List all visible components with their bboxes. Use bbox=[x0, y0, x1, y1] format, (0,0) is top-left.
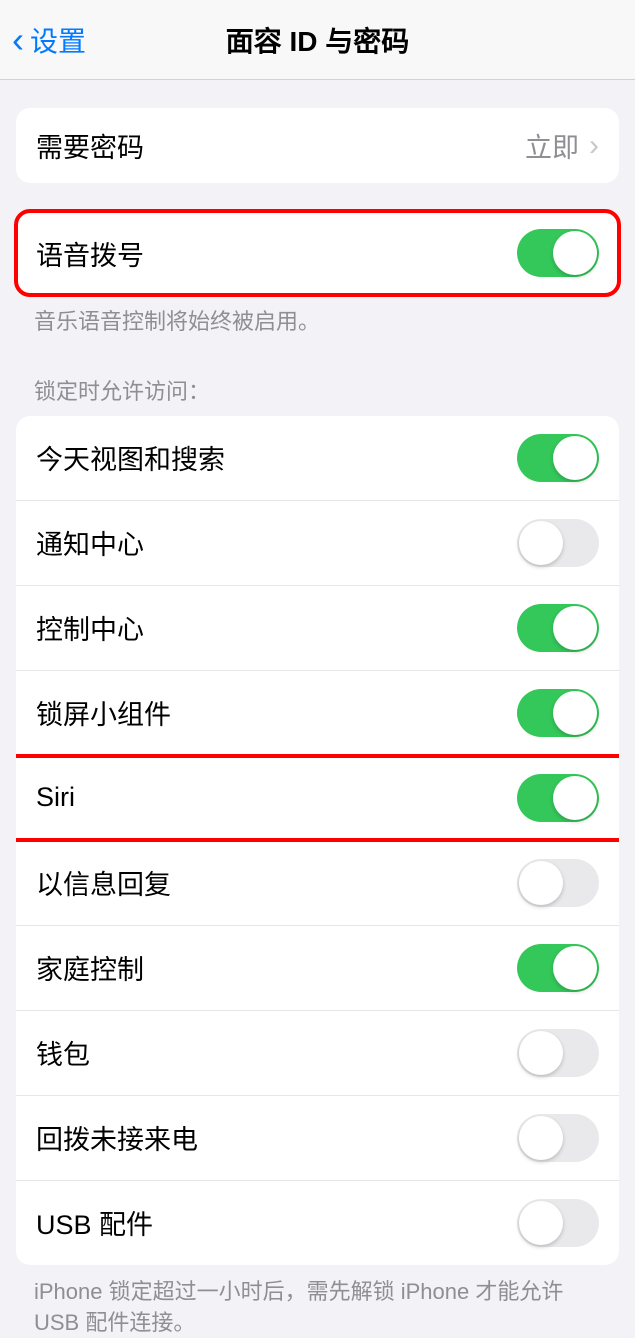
chevron-left-icon: ‹ bbox=[12, 22, 24, 58]
lock-item-toggle[interactable] bbox=[517, 604, 599, 652]
lock-item-toggle[interactable] bbox=[517, 689, 599, 737]
toggle-knob bbox=[553, 776, 597, 820]
nav-header: ‹ 设置 面容 ID 与密码 bbox=[0, 0, 635, 80]
voice-dial-label: 语音拨号 bbox=[36, 234, 144, 273]
toggle-knob bbox=[553, 231, 597, 275]
toggle-knob bbox=[519, 521, 563, 565]
toggle-knob bbox=[519, 1116, 563, 1160]
voice-dial-group: 语音拨号 bbox=[16, 211, 619, 295]
lock-item-row: 家庭控制 bbox=[16, 926, 619, 1011]
lock-item-toggle[interactable] bbox=[517, 519, 599, 567]
require-passcode-row[interactable]: 需要密码 立即 › bbox=[16, 108, 619, 183]
require-passcode-value: 立即 › bbox=[525, 126, 599, 165]
lock-item-toggle[interactable] bbox=[517, 1199, 599, 1247]
lock-item-label: 锁屏小组件 bbox=[36, 693, 171, 732]
passcode-group: 需要密码 立即 › bbox=[16, 108, 619, 183]
lock-item-toggle[interactable] bbox=[517, 1114, 599, 1162]
lock-item-row: USB 配件 bbox=[16, 1181, 619, 1265]
lock-item-label: 以信息回复 bbox=[36, 863, 171, 902]
toggle-knob bbox=[553, 946, 597, 990]
toggle-knob bbox=[553, 691, 597, 735]
toggle-knob bbox=[519, 1201, 563, 1245]
lock-access-list: 今天视图和搜索通知中心控制中心锁屏小组件 Siri 以信息回复家庭控制钱包回拨未接来… bbox=[16, 416, 619, 1265]
back-label: 设置 bbox=[30, 20, 86, 60]
lock-section-header: 锁定时允许访问： bbox=[34, 374, 601, 406]
lock-item-label: 通知中心 bbox=[36, 523, 144, 562]
lock-section-footer: iPhone 锁定超过一小时后，需先解锁 iPhone 才能允许 USB 配件连… bbox=[34, 1277, 601, 1338]
toggle-knob bbox=[519, 861, 563, 905]
lock-item-label: 钱包 bbox=[36, 1033, 90, 1072]
lock-item-row: 通知中心 bbox=[16, 501, 619, 586]
lock-item-toggle[interactable] bbox=[517, 774, 599, 822]
toggle-knob bbox=[553, 606, 597, 650]
lock-item-label: USB 配件 bbox=[36, 1203, 153, 1242]
lock-item-row: 回拨未接来电 bbox=[16, 1096, 619, 1181]
toggle-knob bbox=[519, 1031, 563, 1075]
lock-item-toggle[interactable] bbox=[517, 1029, 599, 1077]
voice-dial-footer: 音乐语音控制将始终被启用。 bbox=[34, 307, 601, 338]
lock-item-label: Siri bbox=[36, 782, 75, 813]
back-button[interactable]: ‹ 设置 bbox=[12, 20, 86, 60]
voice-dial-toggle[interactable] bbox=[517, 229, 599, 277]
lock-item-toggle[interactable] bbox=[517, 859, 599, 907]
toggle-knob bbox=[553, 436, 597, 480]
chevron-right-icon: › bbox=[589, 129, 599, 163]
lock-item-row: 控制中心 bbox=[16, 586, 619, 671]
lock-item-row: 锁屏小组件 bbox=[16, 671, 619, 756]
voice-dial-row: 语音拨号 bbox=[16, 211, 619, 295]
require-passcode-label: 需要密码 bbox=[36, 126, 144, 165]
lock-item-label: 家庭控制 bbox=[36, 948, 144, 987]
lock-item-row: Siri bbox=[16, 756, 619, 841]
lock-item-label: 回拨未接来电 bbox=[36, 1118, 198, 1157]
lock-item-label: 控制中心 bbox=[36, 608, 144, 647]
lock-item-row: 今天视图和搜索 bbox=[16, 416, 619, 501]
lock-item-label: 今天视图和搜索 bbox=[36, 438, 225, 477]
lock-item-toggle[interactable] bbox=[517, 434, 599, 482]
lock-item-toggle[interactable] bbox=[517, 944, 599, 992]
page-title: 面容 ID 与密码 bbox=[226, 20, 410, 60]
lock-item-row: 以信息回复 bbox=[16, 841, 619, 926]
lock-item-row: 钱包 bbox=[16, 1011, 619, 1096]
